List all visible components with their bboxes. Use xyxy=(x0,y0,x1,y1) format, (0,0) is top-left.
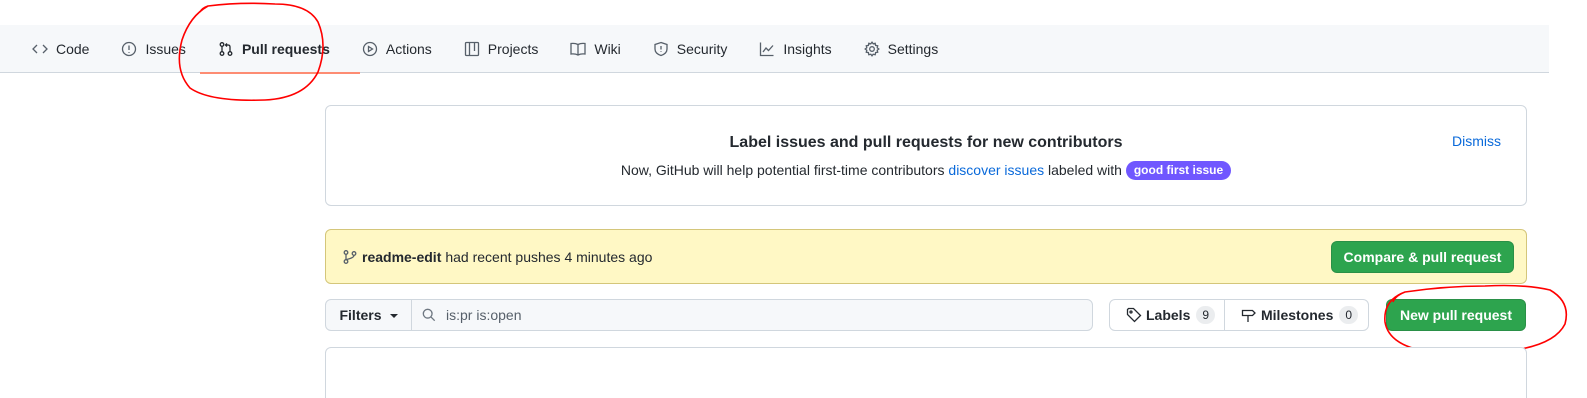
flash-message: had recent pushes 4 minutes ago xyxy=(445,248,653,265)
filters-label: Filters xyxy=(339,307,382,323)
play-icon xyxy=(362,41,378,56)
tab-projects[interactable]: Projects xyxy=(462,25,555,73)
banner-text-after: labeled with xyxy=(1044,162,1126,178)
repo-nav: Code Issues Pull requests Actions Projec… xyxy=(0,25,1549,74)
branch-name[interactable]: readme-edit xyxy=(362,249,441,265)
tab-label: Projects xyxy=(487,40,539,57)
tab-label: Issues xyxy=(145,40,186,57)
good-first-issue-label[interactable]: good first issue xyxy=(1125,161,1232,180)
tag-icon xyxy=(1126,307,1142,323)
caret-down-icon xyxy=(389,314,398,318)
labels-label: Labels xyxy=(1146,307,1191,323)
banner-text: Now, GitHub will help potential first-ti… xyxy=(326,161,1526,180)
tab-issues[interactable]: Issues xyxy=(119,25,201,73)
tab-wiki[interactable]: Wiki xyxy=(568,25,636,73)
search-input[interactable] xyxy=(446,307,1046,323)
milestones-button[interactable]: Milestones 0 xyxy=(1224,299,1369,331)
tab-pull-requests[interactable]: Pull requests xyxy=(199,25,360,74)
dismiss-link[interactable]: Dismiss xyxy=(1452,133,1501,149)
filters-dropdown[interactable]: Filters xyxy=(325,299,412,331)
tab-label: Wiki xyxy=(594,40,621,57)
git-branch-icon xyxy=(343,249,357,264)
tab-code[interactable]: Code xyxy=(30,25,105,73)
gear-icon xyxy=(863,40,880,57)
banner-title: Label issues and pull requests for new c… xyxy=(729,134,1123,151)
tab-label: Settings xyxy=(887,40,939,57)
milestones-label: Milestones xyxy=(1261,307,1334,323)
book-icon xyxy=(570,42,587,56)
compare-pull-request-button[interactable]: Compare & pull request xyxy=(1331,241,1514,273)
milestone-icon xyxy=(1241,309,1256,322)
labels-count: 9 xyxy=(1196,306,1216,324)
contributors-banner: Label issues and pull requests for new c… xyxy=(325,105,1527,206)
milestones-count: 0 xyxy=(1339,306,1359,324)
tab-label: Code xyxy=(56,40,90,57)
tab-security[interactable]: Security xyxy=(651,25,744,73)
code-icon xyxy=(32,44,48,53)
table-icon xyxy=(464,41,479,56)
git-pull-request-icon xyxy=(219,41,233,56)
graph-icon xyxy=(760,42,774,56)
banner-text-before: Now, GitHub will help potential first-ti… xyxy=(620,162,949,178)
issue-opened-icon xyxy=(122,41,137,56)
tab-settings[interactable]: Settings xyxy=(862,25,955,73)
shield-icon xyxy=(654,41,668,56)
tab-label: Pull requests xyxy=(241,40,330,57)
new-pull-request-button[interactable]: New pull request xyxy=(1386,299,1526,331)
tab-label: Actions xyxy=(385,40,432,57)
tab-label: Security xyxy=(676,40,728,57)
tab-label: Insights xyxy=(783,40,832,57)
tab-actions[interactable]: Actions xyxy=(360,25,448,73)
pull-request-list xyxy=(325,347,1527,398)
discover-issues-link[interactable]: discover issues xyxy=(948,162,1044,178)
search-box xyxy=(411,299,1093,331)
search-icon xyxy=(422,308,436,322)
labels-button[interactable]: Labels 9 xyxy=(1109,299,1225,331)
tab-insights[interactable]: Insights xyxy=(757,25,847,73)
